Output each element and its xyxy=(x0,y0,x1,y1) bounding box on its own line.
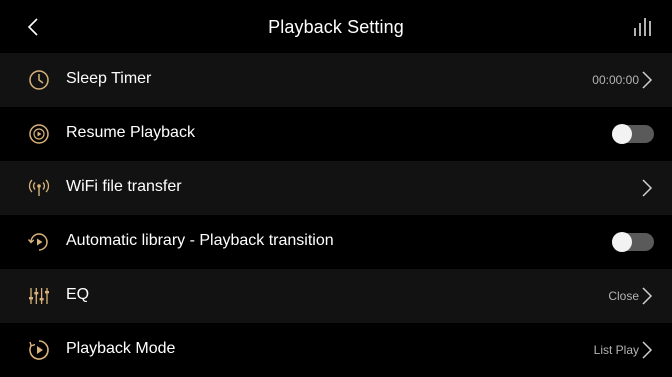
setting-label: Sleep Timer xyxy=(66,70,152,87)
settings-list: Sleep Timer 00:00:00 Resume Playback WiF… xyxy=(0,53,672,377)
playback-mode-icon xyxy=(29,340,49,360)
chevron-right-icon[interactable] xyxy=(641,286,653,306)
setting-auto-library-transition: Automatic library - Playback transition xyxy=(0,215,672,269)
chevron-right-icon[interactable] xyxy=(641,340,653,360)
setting-label: Playback Mode xyxy=(66,340,176,357)
playback-transition-icon xyxy=(27,233,48,251)
eq-sliders-icon xyxy=(29,288,49,304)
setting-value: Close xyxy=(608,289,639,303)
setting-label: WiFi file transfer xyxy=(66,178,182,195)
resume-playback-icon xyxy=(29,124,49,144)
setting-sleep-timer[interactable]: Sleep Timer 00:00:00 xyxy=(0,53,672,107)
setting-label: Automatic library - Playback transition xyxy=(66,232,334,249)
equalizer-bars-icon[interactable] xyxy=(632,17,654,37)
setting-resume-playback: Resume Playback xyxy=(0,107,672,161)
app-header: Playback Setting xyxy=(0,0,672,53)
chevron-right-icon[interactable] xyxy=(641,178,653,198)
page-title: Playback Setting xyxy=(268,17,404,37)
setting-wifi-transfer[interactable]: WiFi file transfer xyxy=(0,161,672,215)
auto-library-transition-toggle[interactable] xyxy=(612,232,654,252)
toggle-knob xyxy=(612,124,632,144)
toggle-knob xyxy=(612,232,632,252)
setting-eq[interactable]: EQ Close xyxy=(0,269,672,323)
setting-value: 00:00:00 xyxy=(592,73,639,87)
clock-icon xyxy=(29,70,49,90)
setting-value: List Play xyxy=(593,343,639,357)
resume-playback-toggle[interactable] xyxy=(612,124,654,144)
wifi-transfer-icon xyxy=(28,179,50,196)
setting-playback-mode[interactable]: Playback Mode List Play xyxy=(0,323,672,377)
setting-label: Resume Playback xyxy=(66,124,195,141)
setting-label: EQ xyxy=(66,286,90,303)
chevron-right-icon[interactable] xyxy=(641,70,653,90)
